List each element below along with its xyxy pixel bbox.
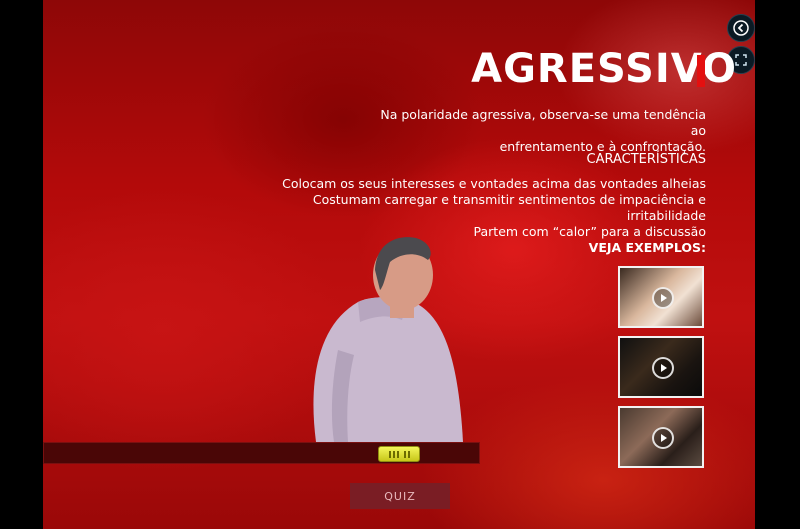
example-video-thumbnail-2[interactable] [618,336,704,398]
example-video-thumbnail-3[interactable] [618,406,704,468]
examples-heading: VEJA EXEMPLOS: [588,240,706,255]
title-accent-bar [697,55,705,87]
characteristics-heading: CARACTERÍSTICAS [586,152,707,167]
intro-text: Na polaridade agressiva, observa-se uma … [366,107,706,155]
play-icon [652,357,674,379]
characteristic-item: Costumam carregar e transmitir sentiment… [312,192,706,223]
example-video-thumbnail-1[interactable] [618,266,704,328]
play-icon [652,287,674,309]
chevron-left-icon [733,20,749,36]
intro-line-1: Na polaridade agressiva, observa-se uma … [380,107,706,138]
characteristic-item: Colocam os seus interesses e vontades ac… [282,176,706,191]
presenter-image [313,237,463,442]
back-button[interactable] [727,14,755,42]
timeline-slider-handle[interactable] [378,446,420,462]
play-icon [652,427,674,449]
quiz-button[interactable]: QUIZ [350,483,450,509]
right-sidebar [755,0,800,529]
